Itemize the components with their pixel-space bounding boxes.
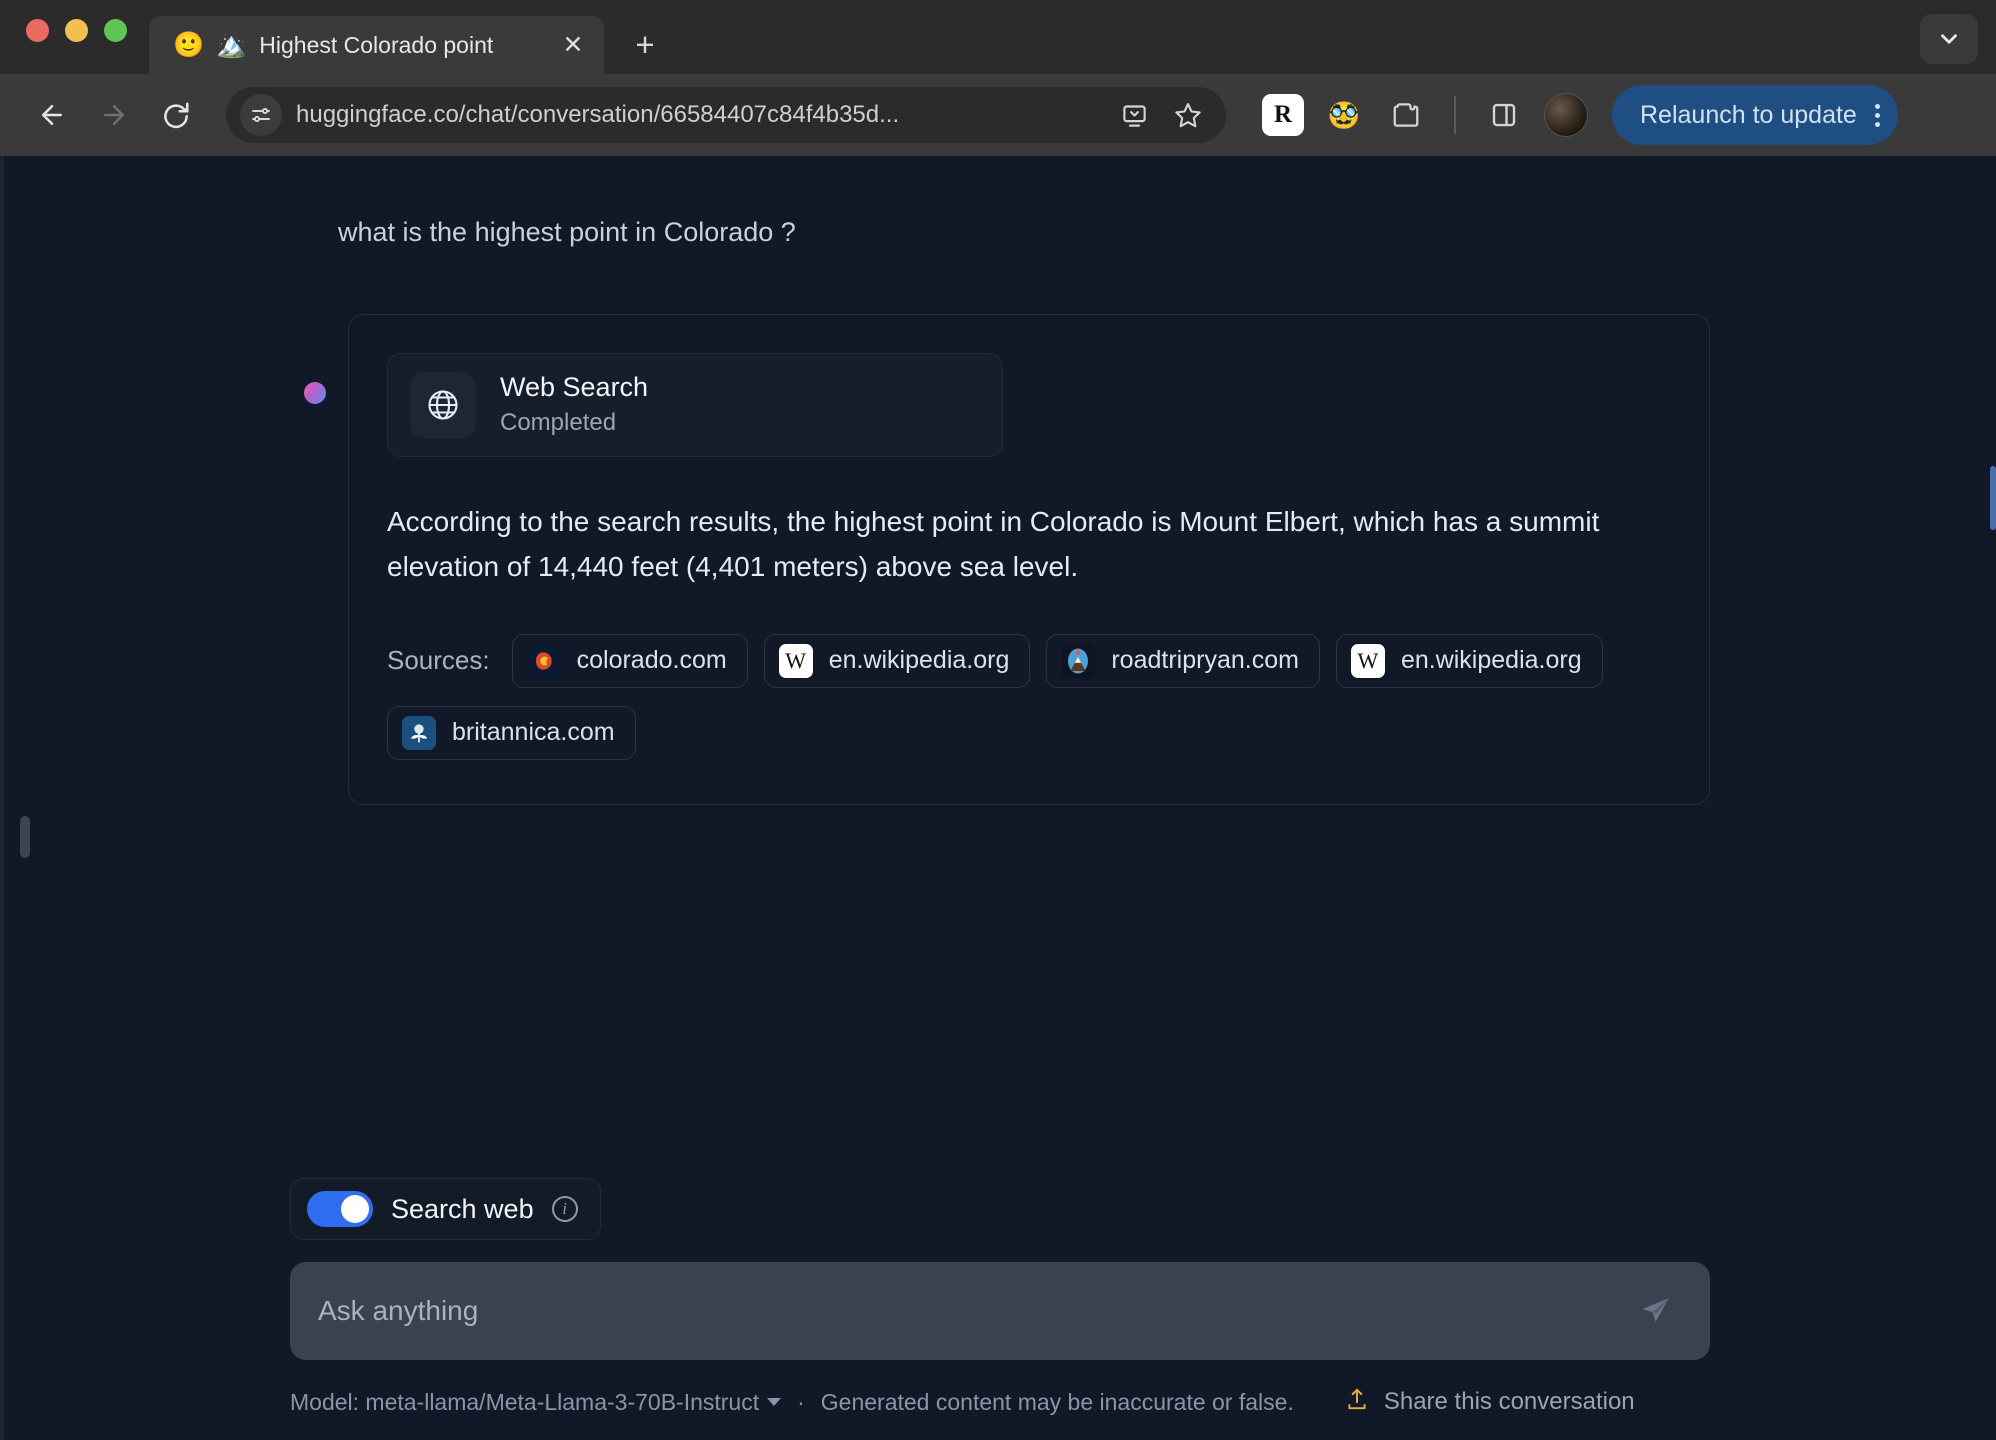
source-label: en.wikipedia.org <box>1401 646 1582 675</box>
chat-input-placeholder: Ask anything <box>318 1295 1630 1327</box>
window-controls <box>26 0 127 74</box>
tab-strip: 🙂 🏔️ Highest Colorado point ✕ + <box>0 0 1996 74</box>
composer-footer: Model: meta-llama/Meta-Llama-3-70B-Instr… <box>290 1386 1710 1418</box>
model-label: Model: meta-llama/Meta-Llama-3-70B-Instr… <box>290 1389 759 1416</box>
chevron-down-icon[interactable] <box>1920 14 1978 64</box>
tool-status: Completed <box>500 409 648 437</box>
readwise-extension-icon[interactable]: R <box>1262 94 1304 136</box>
chat-input-box[interactable]: Ask anything <box>290 1262 1710 1360</box>
tune-site-settings-icon[interactable] <box>240 94 282 136</box>
tabstrip-right-controls <box>1920 14 1978 64</box>
maximize-window-button[interactable] <box>104 19 127 42</box>
huggingchat-smiley-icon: 🙂 <box>173 33 204 58</box>
relaunch-to-update-button[interactable]: Relaunch to update <box>1612 85 1898 145</box>
sources-row: Sources: colorado.com W en.wikiped <box>387 634 1671 760</box>
extensions-area: R 🥸 <box>1262 93 1588 137</box>
search-web-toggle-wrap: Search web i <box>290 1178 1710 1240</box>
sources-label: Sources: <box>387 645 490 676</box>
url-text: huggingface.co/chat/conversation/6658440… <box>296 101 1100 129</box>
reload-icon[interactable] <box>150 89 202 141</box>
source-label: en.wikipedia.org <box>829 646 1010 675</box>
search-web-label: Search web <box>391 1194 534 1225</box>
source-chip[interactable]: britannica.com <box>387 706 636 760</box>
browser-window: 🙂 🏔️ Highest Colorado point ✕ + huggingf <box>0 0 1996 1440</box>
search-web-toggle[interactable]: Search web i <box>290 1178 601 1240</box>
wikipedia-w-icon: W <box>1351 644 1385 678</box>
conversation-scroll-area: what is the highest point in Colorado ? … <box>4 156 1996 1178</box>
plus-icon[interactable]: + <box>622 22 668 68</box>
kebab-menu-icon[interactable] <box>1871 104 1880 127</box>
britannica-thistle-icon <box>402 716 436 750</box>
toggle-knob <box>341 1195 369 1223</box>
share-conversation-button[interactable]: Share this conversation <box>1344 1386 1635 1418</box>
send-paper-plane-icon[interactable] <box>1630 1285 1682 1337</box>
arrow-right-icon[interactable] <box>88 89 140 141</box>
minimize-window-button[interactable] <box>65 19 88 42</box>
mountain-icon: 🏔️ <box>216 33 247 58</box>
source-chip[interactable]: colorado.com <box>512 634 748 688</box>
user-message: what is the highest point in Colorado ? <box>290 214 1710 252</box>
page-scrollbar[interactable] <box>1990 156 1996 1440</box>
source-label: colorado.com <box>577 646 727 675</box>
profile-avatar[interactable] <box>1544 93 1588 137</box>
close-window-button[interactable] <box>26 19 49 42</box>
source-chip[interactable]: W en.wikipedia.org <box>1336 634 1603 688</box>
composer: Search web i Ask anything Model: meta-ll… <box>290 1178 1710 1440</box>
colorado-logo-icon <box>527 644 561 678</box>
source-label: britannica.com <box>452 718 615 747</box>
side-panel-icon[interactable] <box>1482 93 1526 137</box>
share-upload-icon <box>1344 1386 1370 1418</box>
tab-title: Highest Colorado point <box>259 32 544 59</box>
glasses-avatar-extension-icon[interactable]: 🥸 <box>1322 93 1366 137</box>
tool-title: Web Search <box>500 372 648 403</box>
relaunch-label: Relaunch to update <box>1640 101 1857 130</box>
toolbar-divider <box>1454 96 1456 134</box>
close-icon[interactable]: ✕ <box>556 28 590 62</box>
info-icon[interactable]: i <box>552 1196 578 1222</box>
chevron-down-icon <box>767 1398 781 1406</box>
chat-app: what is the highest point in Colorado ? … <box>4 156 1996 1440</box>
source-chip[interactable]: W en.wikipedia.org <box>764 634 1031 688</box>
source-chip[interactable]: roadtripryan.com <box>1046 634 1320 688</box>
assistant-message: Web Search Completed According to the se… <box>290 314 1710 805</box>
browser-toolbar: huggingface.co/chat/conversation/6658440… <box>0 74 1996 156</box>
star-icon[interactable] <box>1168 95 1208 135</box>
conversation: what is the highest point in Colorado ? … <box>290 156 1710 805</box>
toggle-switch[interactable] <box>307 1191 373 1227</box>
extensions-puzzle-icon[interactable] <box>1384 93 1428 137</box>
page-viewport: what is the highest point in Colorado ? … <box>0 156 1996 1440</box>
assistant-answer-card: Web Search Completed According to the se… <box>348 314 1710 805</box>
scrollbar-thumb[interactable] <box>1990 466 1996 530</box>
browser-tab[interactable]: 🙂 🏔️ Highest Colorado point ✕ <box>149 16 604 74</box>
source-label: roadtripryan.com <box>1111 646 1299 675</box>
arrow-left-icon[interactable] <box>26 89 78 141</box>
web-search-tool-card[interactable]: Web Search Completed <box>387 353 1003 457</box>
model-selector[interactable]: Model: meta-llama/Meta-Llama-3-70B-Instr… <box>290 1389 781 1416</box>
share-label: Share this conversation <box>1384 1388 1635 1416</box>
globe-icon <box>410 372 476 438</box>
assistant-gradient-avatar <box>304 382 326 404</box>
address-bar[interactable]: huggingface.co/chat/conversation/6658440… <box>226 87 1226 143</box>
wikipedia-w-icon: W <box>779 644 813 678</box>
disclaimer-text: Generated content may be inaccurate or f… <box>821 1389 1294 1416</box>
footer-separator: · <box>797 1389 805 1416</box>
install-app-icon[interactable] <box>1114 95 1154 135</box>
roadtripryan-logo-icon <box>1061 644 1095 678</box>
answer-text: According to the search results, the hig… <box>387 499 1671 590</box>
